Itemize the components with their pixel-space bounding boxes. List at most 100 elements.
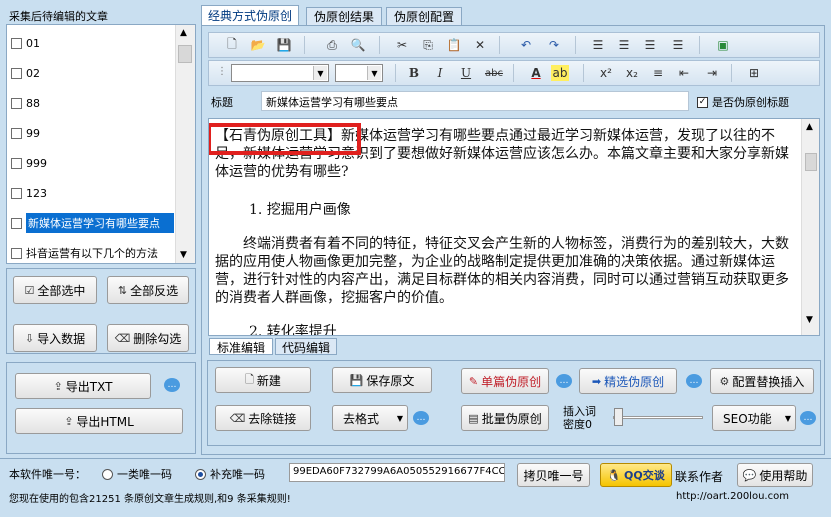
print-icon[interactable]: ⎙ (321, 35, 343, 55)
list-item[interactable]: 88 (11, 93, 40, 113)
list-item[interactable]: 999 (11, 153, 47, 173)
font-family-select[interactable]: ▼ (231, 64, 329, 82)
scroll-up-icon[interactable]: ▲ (806, 122, 813, 132)
align-left-icon[interactable]: ☰ (613, 35, 635, 55)
font-size-select[interactable]: ▼ (335, 64, 383, 82)
list-item[interactable]: 新媒体运营学习有哪些要点 (11, 213, 174, 233)
help-bubble-icon[interactable]: … (413, 411, 429, 425)
unique-code-field[interactable]: 99EDA60F732799A6A050552916677F4CC (289, 463, 505, 482)
copy-icon[interactable]: ⎘ (417, 35, 439, 55)
copy-code-button[interactable]: 拷贝唯一号 (517, 463, 590, 487)
qq-chat-button[interactable]: 🐧 QQ交谈 (600, 463, 672, 487)
superscript-icon[interactable]: x² (595, 63, 617, 83)
editor-scrollbar[interactable]: ▲ ▼ (801, 119, 819, 335)
checkbox[interactable] (11, 157, 22, 169)
list-icon[interactable]: ≡ (647, 63, 669, 83)
checkbox[interactable] (11, 187, 22, 199)
align-right-icon[interactable]: ☰ (667, 35, 689, 55)
checkbox-checked[interactable]: ✓ (697, 96, 708, 108)
pseudo-title-checkbox[interactable]: ✓ 是否伪原创标题 (697, 94, 789, 110)
export-html-button[interactable]: ⇪ 导出HTML (15, 408, 183, 434)
remove-links-button[interactable]: ⌫ 去除链接 (215, 405, 311, 431)
bold-icon[interactable]: B (403, 63, 425, 83)
tab-config[interactable]: 伪原创配置 (386, 7, 462, 25)
tab-result[interactable]: 伪原创结果 (306, 7, 382, 25)
undo-icon[interactable]: ↶ (515, 35, 537, 55)
checkbox[interactable] (11, 97, 22, 109)
remove-links-label: 去除链接 (248, 411, 297, 426)
save-icon[interactable]: 💾 (273, 35, 295, 55)
print-preview-icon[interactable]: 🔍 (347, 35, 369, 55)
density-slider-track[interactable] (613, 416, 703, 419)
new-button[interactable]: 🗋 新建 (215, 367, 311, 393)
save-original-button[interactable]: 💾 保存原文 (332, 367, 432, 393)
density-slider-thumb[interactable] (614, 408, 623, 426)
font-color-icon[interactable]: A (525, 63, 547, 83)
new-doc-icon[interactable]: 🗋 (221, 35, 243, 55)
remove-format-button[interactable]: 去格式 ▼ (332, 405, 408, 431)
scroll-thumb[interactable] (178, 45, 192, 63)
radio-selected-icon[interactable] (195, 468, 206, 480)
website-link[interactable]: http://oart.200lou.com (676, 491, 789, 502)
list-item[interactable]: 抖音运营有以下几个的方法 (11, 243, 158, 263)
list-item[interactable]: 123 (11, 183, 47, 203)
list-item[interactable]: 02 (11, 63, 40, 83)
outdent-icon[interactable]: ⇤ (673, 63, 695, 83)
contact-author-link[interactable]: 联系作者 (675, 468, 723, 485)
checkbox[interactable] (11, 67, 22, 79)
italic-icon[interactable]: I (429, 63, 451, 83)
cut-icon[interactable]: ✂ (391, 35, 413, 55)
config-replace-button[interactable]: ⚙ 配置替换插入 (710, 368, 814, 394)
open-folder-icon[interactable]: 📂 (247, 35, 269, 55)
strikethrough-icon[interactable]: abc (483, 63, 505, 83)
help-bubble-icon[interactable]: … (556, 374, 572, 388)
batch-pseudo-button[interactable]: ▤ 批量伪原创 (461, 405, 549, 431)
export-txt-button[interactable]: ⇪ 导出TXT (15, 373, 151, 399)
help-button[interactable]: 💬 使用帮助 (737, 463, 813, 487)
eraser-icon: ⌫ (229, 411, 246, 425)
single-pseudo-button[interactable]: ✎ 单篇伪原创 (461, 368, 549, 394)
paste-icon[interactable]: 📋 (443, 35, 465, 55)
tab-standard-edit[interactable]: 标准编辑 (209, 338, 273, 355)
checkbox[interactable] (11, 127, 22, 139)
editor-body[interactable]: 【石青伪原创工具】新媒体运营学习有哪些要点通过最近学习新媒体运营，发现了以往的不… (208, 118, 820, 336)
subscript-icon[interactable]: x₂ (621, 63, 643, 83)
checkbox[interactable] (11, 37, 22, 49)
scroll-up-icon[interactable]: ▲ (180, 28, 187, 38)
redo-icon[interactable]: ↷ (543, 35, 565, 55)
justify-icon[interactable]: ☰ (587, 35, 609, 55)
help-bubble-icon[interactable]: … (800, 411, 816, 425)
align-center-icon[interactable]: ☰ (639, 35, 661, 55)
insert-image-icon[interactable]: ▣ (712, 35, 734, 55)
chevron-down-icon: ▼ (396, 413, 403, 423)
checkbox[interactable] (11, 217, 22, 229)
seo-dropdown[interactable]: SEO功能 ▼ (712, 405, 796, 431)
highlight-icon[interactable]: ab (551, 65, 569, 81)
import-data-button[interactable]: ⇩ 导入数据 (13, 324, 97, 352)
tab-classic[interactable]: 经典方式伪原创 (201, 5, 299, 25)
radio-type1[interactable]: 一类唯一码 (102, 466, 172, 482)
indent-icon[interactable]: ⇥ (701, 63, 723, 83)
list-item[interactable]: 99 (11, 123, 40, 143)
delete-checked-button[interactable]: ⌫ 删除勾选 (107, 324, 189, 352)
select-all-format-icon[interactable]: ⊞ (743, 63, 765, 83)
delete-icon[interactable]: ✕ (469, 35, 491, 55)
list-item[interactable]: 01 (11, 33, 40, 53)
invert-selection-button[interactable]: ⇅ 全部反选 (107, 276, 189, 304)
article-list-scrollbar[interactable]: ▲ ▼ (175, 25, 195, 263)
select-pseudo-button[interactable]: ➡ 精选伪原创 (579, 368, 677, 394)
help-bubble-icon[interactable]: … (164, 378, 180, 392)
select-all-button[interactable]: ☑ 全部选中 (13, 276, 97, 304)
underline-icon[interactable]: U (455, 63, 477, 83)
title-input-value: 新媒体运营学习有哪些要点 (266, 96, 398, 109)
radio-icon[interactable] (102, 468, 113, 480)
checkbox[interactable] (11, 247, 22, 259)
radio-supplement[interactable]: 补充唯一码 (195, 466, 265, 482)
scroll-thumb[interactable] (805, 153, 817, 171)
scroll-down-icon[interactable]: ▼ (806, 315, 813, 325)
scroll-down-icon[interactable]: ▼ (180, 250, 187, 260)
insert-label-1: 插入词 (563, 405, 596, 418)
tab-code-edit[interactable]: 代码编辑 (275, 338, 337, 355)
title-input[interactable]: 新媒体运营学习有哪些要点 (261, 91, 689, 111)
help-bubble-icon[interactable]: … (686, 374, 702, 388)
